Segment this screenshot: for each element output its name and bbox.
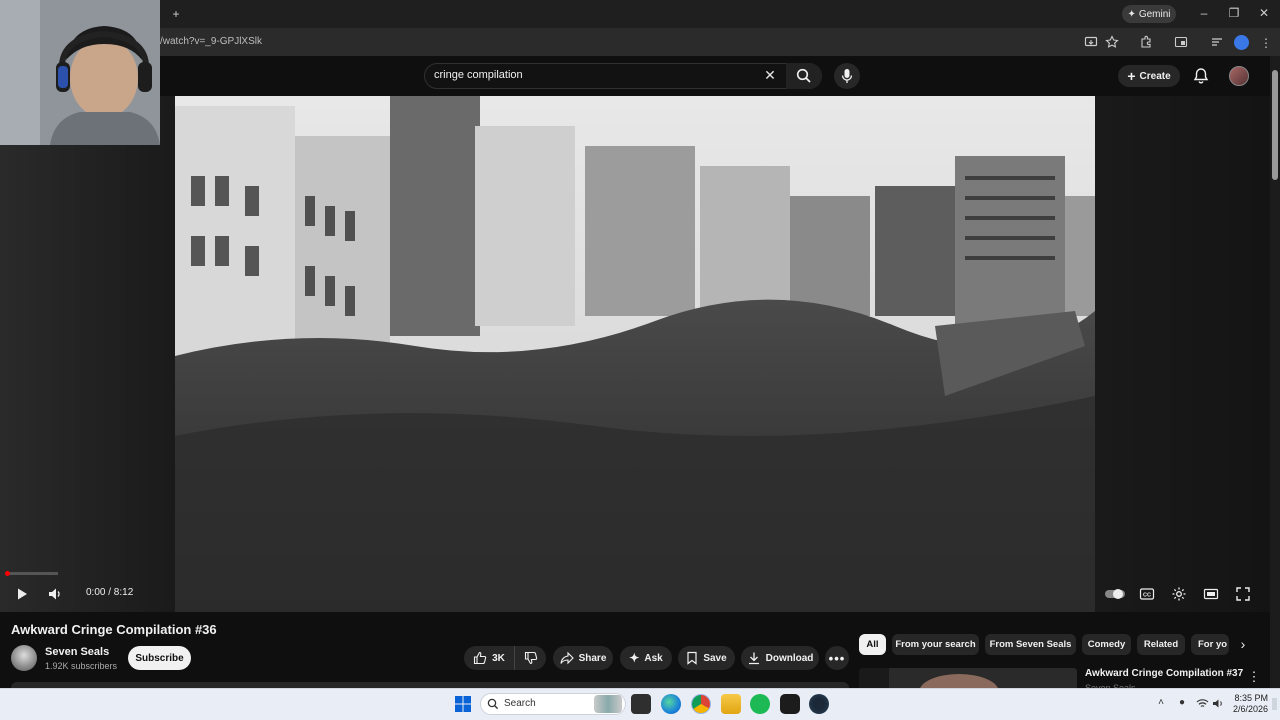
progress-bar[interactable] — [6, 572, 58, 575]
time-display: 0:00 / 8:12 — [86, 587, 134, 598]
search-button[interactable] — [786, 63, 822, 89]
browser-tab-bar — [0, 0, 1280, 28]
microphone-tray-icon[interactable]: ● — [1175, 697, 1189, 708]
voice-search-button[interactable] — [834, 63, 860, 89]
recommendation-thumbnail-image — [859, 668, 1077, 690]
more-horizontal-icon: ••• — [828, 650, 846, 666]
share-label: Share — [578, 652, 607, 664]
webcam-overlay — [0, 0, 160, 145]
clear-search-icon[interactable]: ✕ — [762, 67, 778, 84]
save-button[interactable]: Save — [678, 646, 735, 670]
steam-icon[interactable] — [809, 694, 829, 714]
profile-avatar-icon[interactable] — [1234, 35, 1249, 50]
spotify-icon[interactable] — [750, 694, 770, 714]
share-arrow-icon — [560, 651, 574, 665]
video-still-image — [175, 96, 1095, 612]
plus-icon: + — [1127, 68, 1136, 84]
download-button[interactable]: Download — [741, 646, 819, 670]
extensions-icon[interactable] — [1139, 35, 1153, 49]
sparkle-icon: ✦ — [1127, 8, 1136, 20]
dislike-button[interactable] — [514, 646, 546, 670]
install-app-icon[interactable] — [1084, 35, 1098, 49]
chip-all[interactable]: All — [859, 634, 886, 655]
more-vertical-icon[interactable]: ⋮ — [1247, 669, 1261, 685]
scrollbar-thumb[interactable] — [1272, 70, 1278, 180]
search-query[interactable]: cringe compilation — [434, 69, 523, 81]
theater-mode-icon[interactable] — [1203, 586, 1219, 602]
wifi-icon[interactable] — [1196, 698, 1209, 709]
play-icon[interactable] — [14, 586, 30, 602]
microphone-icon — [841, 69, 853, 83]
new-tab-button[interactable]: + — [168, 7, 184, 21]
thumbs-down-icon — [524, 651, 537, 665]
windows-start-icon[interactable] — [455, 696, 471, 712]
bookmark-star-icon[interactable] — [1105, 35, 1119, 49]
create-button[interactable]: + Create — [1118, 65, 1180, 87]
task-view-icon[interactable] — [631, 694, 651, 714]
chevron-up-icon[interactable]: ˄ — [1154, 697, 1168, 708]
account-avatar[interactable] — [1229, 66, 1249, 86]
more-actions-button[interactable]: ••• — [825, 646, 849, 670]
terminal-app-icon[interactable] — [780, 694, 800, 714]
download-label: Download — [765, 652, 814, 664]
channel-name[interactable]: Seven Seals — [45, 646, 109, 658]
minimize-button[interactable]: – — [1196, 6, 1212, 20]
search-highlight-icon — [594, 695, 622, 713]
chrome-browser-icon[interactable] — [691, 694, 711, 714]
recommendation-thumbnail[interactable] — [859, 668, 1077, 690]
ask-label: Ask — [644, 652, 663, 664]
maximize-button[interactable]: ❐ — [1226, 6, 1242, 20]
gemini-button[interactable]: ✦ Gemini — [1122, 5, 1176, 23]
chip-from-seven-seals[interactable]: From Seven Seals — [985, 634, 1076, 655]
create-label: Create — [1139, 70, 1171, 82]
taskbar-time[interactable]: 8:35 PM — [1232, 693, 1268, 703]
file-explorer-icon[interactable] — [721, 694, 741, 714]
reading-list-icon[interactable] — [1210, 35, 1224, 49]
video-title: Awkward Cringe Compilation #36 — [11, 622, 217, 637]
chip-related[interactable]: Related — [1137, 634, 1185, 655]
webcam-person-image — [0, 0, 160, 145]
like-count: 3K — [492, 652, 505, 664]
sparkle-icon: ✦ — [629, 651, 640, 665]
progress-scrubber[interactable] — [5, 571, 10, 576]
taskbar-search-icon — [487, 698, 499, 710]
gemini-label: Gemini — [1138, 8, 1171, 20]
download-icon — [748, 652, 759, 665]
show-desktop-button[interactable] — [1272, 698, 1277, 710]
speaker-volume-icon[interactable] — [1212, 698, 1225, 709]
settings-gear-icon[interactable] — [1171, 586, 1187, 602]
like-button[interactable]: 3K — [464, 646, 514, 670]
taskbar-search-placeholder: Search — [504, 698, 536, 709]
captions-icon[interactable]: CC — [1139, 586, 1155, 602]
svg-text:CC: CC — [1143, 593, 1151, 599]
subscriber-count: 1.92K subscribers — [45, 661, 118, 671]
close-window-button[interactable]: ✕ — [1256, 6, 1272, 20]
autoplay-toggle-icon[interactable] — [1104, 586, 1126, 602]
notifications-bell-icon[interactable] — [1192, 67, 1210, 85]
taskbar-date[interactable]: 2/6/2026 — [1228, 704, 1268, 714]
bookmark-icon — [687, 651, 697, 665]
chip-from-your-search[interactable]: From your search — [892, 634, 979, 655]
chip-for-you[interactable]: For yo — [1191, 634, 1229, 655]
subscribe-button[interactable]: Subscribe — [128, 646, 191, 670]
url-field[interactable]: /watch?v=_9-GPJlXSlk — [160, 36, 262, 47]
chevron-right-icon[interactable]: › — [1234, 636, 1252, 654]
save-label: Save — [703, 652, 727, 664]
chip-comedy[interactable]: Comedy — [1082, 634, 1131, 655]
search-icon — [796, 68, 811, 83]
ask-button[interactable]: ✦ Ask — [620, 646, 672, 670]
cast-icon[interactable] — [1174, 35, 1188, 49]
channel-avatar[interactable] — [11, 645, 37, 671]
browser-menu-icon[interactable]: ⋮ — [1258, 36, 1274, 50]
share-button[interactable]: Share — [553, 646, 613, 670]
volume-icon[interactable] — [47, 586, 63, 602]
fullscreen-icon[interactable] — [1235, 586, 1251, 602]
recommendation-title[interactable]: Awkward Cringe Compilation #37 — [1085, 668, 1243, 679]
thumbs-up-icon — [474, 651, 487, 665]
video-frame[interactable] — [175, 96, 1095, 612]
edge-browser-icon[interactable] — [661, 694, 681, 714]
